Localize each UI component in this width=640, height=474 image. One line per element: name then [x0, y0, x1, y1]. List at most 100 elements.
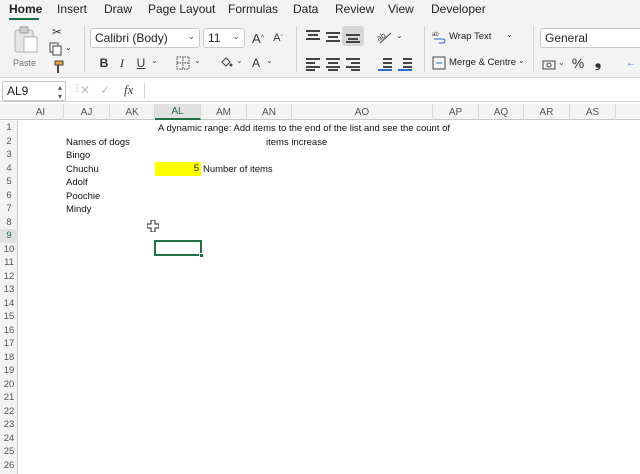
count-label-cell[interactable]: Number of items — [203, 163, 273, 176]
shrink-font-button[interactable]: Aˇ — [270, 29, 286, 47]
tab-view[interactable]: View — [388, 2, 414, 16]
row-header-18[interactable]: 18 — [0, 351, 18, 365]
active-cell-selection[interactable] — [154, 240, 204, 258]
grow-font-button[interactable]: A ^ — [250, 29, 266, 47]
row-header-7[interactable]: 7 — [0, 202, 18, 216]
chevron-down-icon[interactable]: ⌄ — [151, 56, 158, 65]
column-header-at[interactable] — [616, 104, 640, 120]
dog-name-cell[interactable]: Adolf — [66, 176, 88, 189]
row-header-16[interactable]: 16 — [0, 324, 18, 338]
enter-icon[interactable]: ✓ — [100, 83, 110, 97]
row-header-24[interactable]: 24 — [0, 432, 18, 446]
column-header-ai[interactable]: AI — [18, 104, 64, 120]
name-box[interactable]: AL9 ▴ ▾ — [2, 81, 66, 101]
tab-formulas[interactable]: Formulas — [228, 2, 278, 16]
font-color-button[interactable]: A — [248, 54, 264, 72]
row-header-23[interactable]: 23 — [0, 418, 18, 432]
chevron-down-icon[interactable]: ⌄ — [236, 56, 243, 65]
decrease-decimal-icon[interactable]: ← — [622, 54, 640, 72]
row-header-21[interactable]: 21 — [0, 391, 18, 405]
row-header-20[interactable]: 20 — [0, 378, 18, 392]
row-header-4[interactable]: 4 — [0, 162, 18, 176]
italic-button[interactable]: I — [114, 54, 130, 72]
bold-button[interactable]: B — [96, 54, 112, 72]
row-header-5[interactable]: 5 — [0, 175, 18, 189]
fill-handle[interactable] — [199, 253, 204, 258]
column-header-aj[interactable]: AJ — [64, 104, 110, 120]
insert-function-button[interactable]: fx — [124, 82, 133, 98]
chevron-down-icon[interactable]: ⌄ — [558, 58, 565, 67]
tab-home[interactable]: Home — [9, 2, 42, 16]
column-header-aq[interactable]: AQ — [479, 104, 524, 120]
column-header-an[interactable]: AN — [247, 104, 292, 120]
row-header-10[interactable]: 10 — [0, 243, 18, 257]
dog-name-cell[interactable]: Bingo — [66, 149, 90, 162]
column-header-al[interactable]: AL — [155, 104, 201, 120]
align-top-icon[interactable] — [306, 30, 320, 42]
paste-button[interactable]: Paste — [8, 26, 44, 74]
column-header-as[interactable]: AS — [570, 104, 616, 120]
dog-name-cell[interactable]: Poochie — [66, 190, 100, 203]
formula-input[interactable] — [150, 83, 630, 99]
tab-developer[interactable]: Developer — [431, 2, 486, 16]
borders-icon[interactable] — [176, 56, 190, 70]
chevron-down-icon[interactable]: ⌄ — [396, 31, 403, 40]
font-name-combo[interactable]: Calibri (Body) ⌄ — [90, 28, 200, 48]
row-header-2[interactable]: 2 — [0, 135, 18, 149]
tab-draw[interactable]: Draw — [104, 2, 132, 16]
chevron-down-icon[interactable]: ⌄ — [266, 56, 273, 65]
chevron-down-icon[interactable]: ⌄ — [194, 56, 201, 65]
font-size-combo[interactable]: 11 ⌄ — [203, 28, 245, 48]
format-painter-icon[interactable] — [50, 60, 64, 74]
row-header-19[interactable]: 19 — [0, 364, 18, 378]
cut-icon[interactable]: ✂ — [50, 25, 64, 39]
orientation-icon[interactable]: ab — [376, 29, 394, 45]
row-header-9[interactable]: 9 — [0, 229, 18, 243]
row-header-25[interactable]: 25 — [0, 445, 18, 459]
dog-name-cell[interactable]: Chuchu — [66, 163, 99, 176]
comma-style-button[interactable]: ❟ — [592, 54, 604, 72]
currency-format-icon[interactable] — [542, 58, 558, 72]
row-header-6[interactable]: 6 — [0, 189, 18, 203]
increase-indent-icon[interactable] — [398, 58, 412, 71]
row-header-12[interactable]: 12 — [0, 270, 18, 284]
dogs-header-cell[interactable]: Names of dogs — [66, 136, 130, 149]
dog-name-cell[interactable]: Mindy — [66, 203, 91, 216]
align-center-icon[interactable] — [326, 58, 340, 71]
percent-button[interactable]: % — [570, 54, 586, 72]
column-header-ar[interactable]: AR — [524, 104, 570, 120]
wrap-text-button[interactable]: ab Wrap Text ⌄ — [432, 30, 522, 46]
tab-review[interactable]: Review — [335, 2, 374, 16]
row-header-1[interactable]: 1 — [0, 121, 18, 135]
align-bottom-button[interactable] — [342, 26, 364, 46]
number-format-combo[interactable]: General — [540, 28, 640, 48]
row-header-11[interactable]: 11 — [0, 256, 18, 270]
align-right-icon[interactable] — [346, 58, 360, 71]
column-header-am[interactable]: AM — [201, 104, 247, 120]
row-header-14[interactable]: 14 — [0, 297, 18, 311]
align-left-icon[interactable] — [306, 58, 320, 71]
row-header-3[interactable]: 3 — [0, 148, 18, 162]
row-header-17[interactable]: 17 — [0, 337, 18, 351]
merge-centre-button[interactable]: Merge & Centre ⌄ — [432, 56, 528, 72]
column-header-ao[interactable]: AO — [292, 104, 433, 120]
count-cell[interactable]: 5 — [155, 162, 201, 176]
column-header-ap[interactable]: AP — [433, 104, 479, 120]
align-middle-icon[interactable] — [326, 30, 340, 42]
row-header-26[interactable]: 26 — [0, 459, 18, 473]
underline-button[interactable]: U — [132, 54, 150, 72]
column-header-ak[interactable]: AK — [110, 104, 155, 120]
row-header-15[interactable]: 15 — [0, 310, 18, 324]
tab-data[interactable]: Data — [293, 2, 318, 16]
cancel-icon[interactable]: ✕ — [80, 83, 90, 97]
row-header-13[interactable]: 13 — [0, 283, 18, 297]
decrease-indent-icon[interactable] — [378, 58, 392, 71]
copy-button[interactable]: ⌄ — [49, 42, 73, 56]
title-line-1[interactable]: A dynamic range: Add items to the end of… — [158, 122, 450, 135]
fill-color-icon[interactable] — [218, 55, 234, 71]
row-header-8[interactable]: 8 — [0, 216, 18, 230]
title-line-2[interactable]: items increase — [266, 136, 327, 149]
row-header-22[interactable]: 22 — [0, 405, 18, 419]
tab-page-layout[interactable]: Page Layout — [148, 2, 215, 16]
tab-insert[interactable]: Insert — [57, 2, 87, 16]
